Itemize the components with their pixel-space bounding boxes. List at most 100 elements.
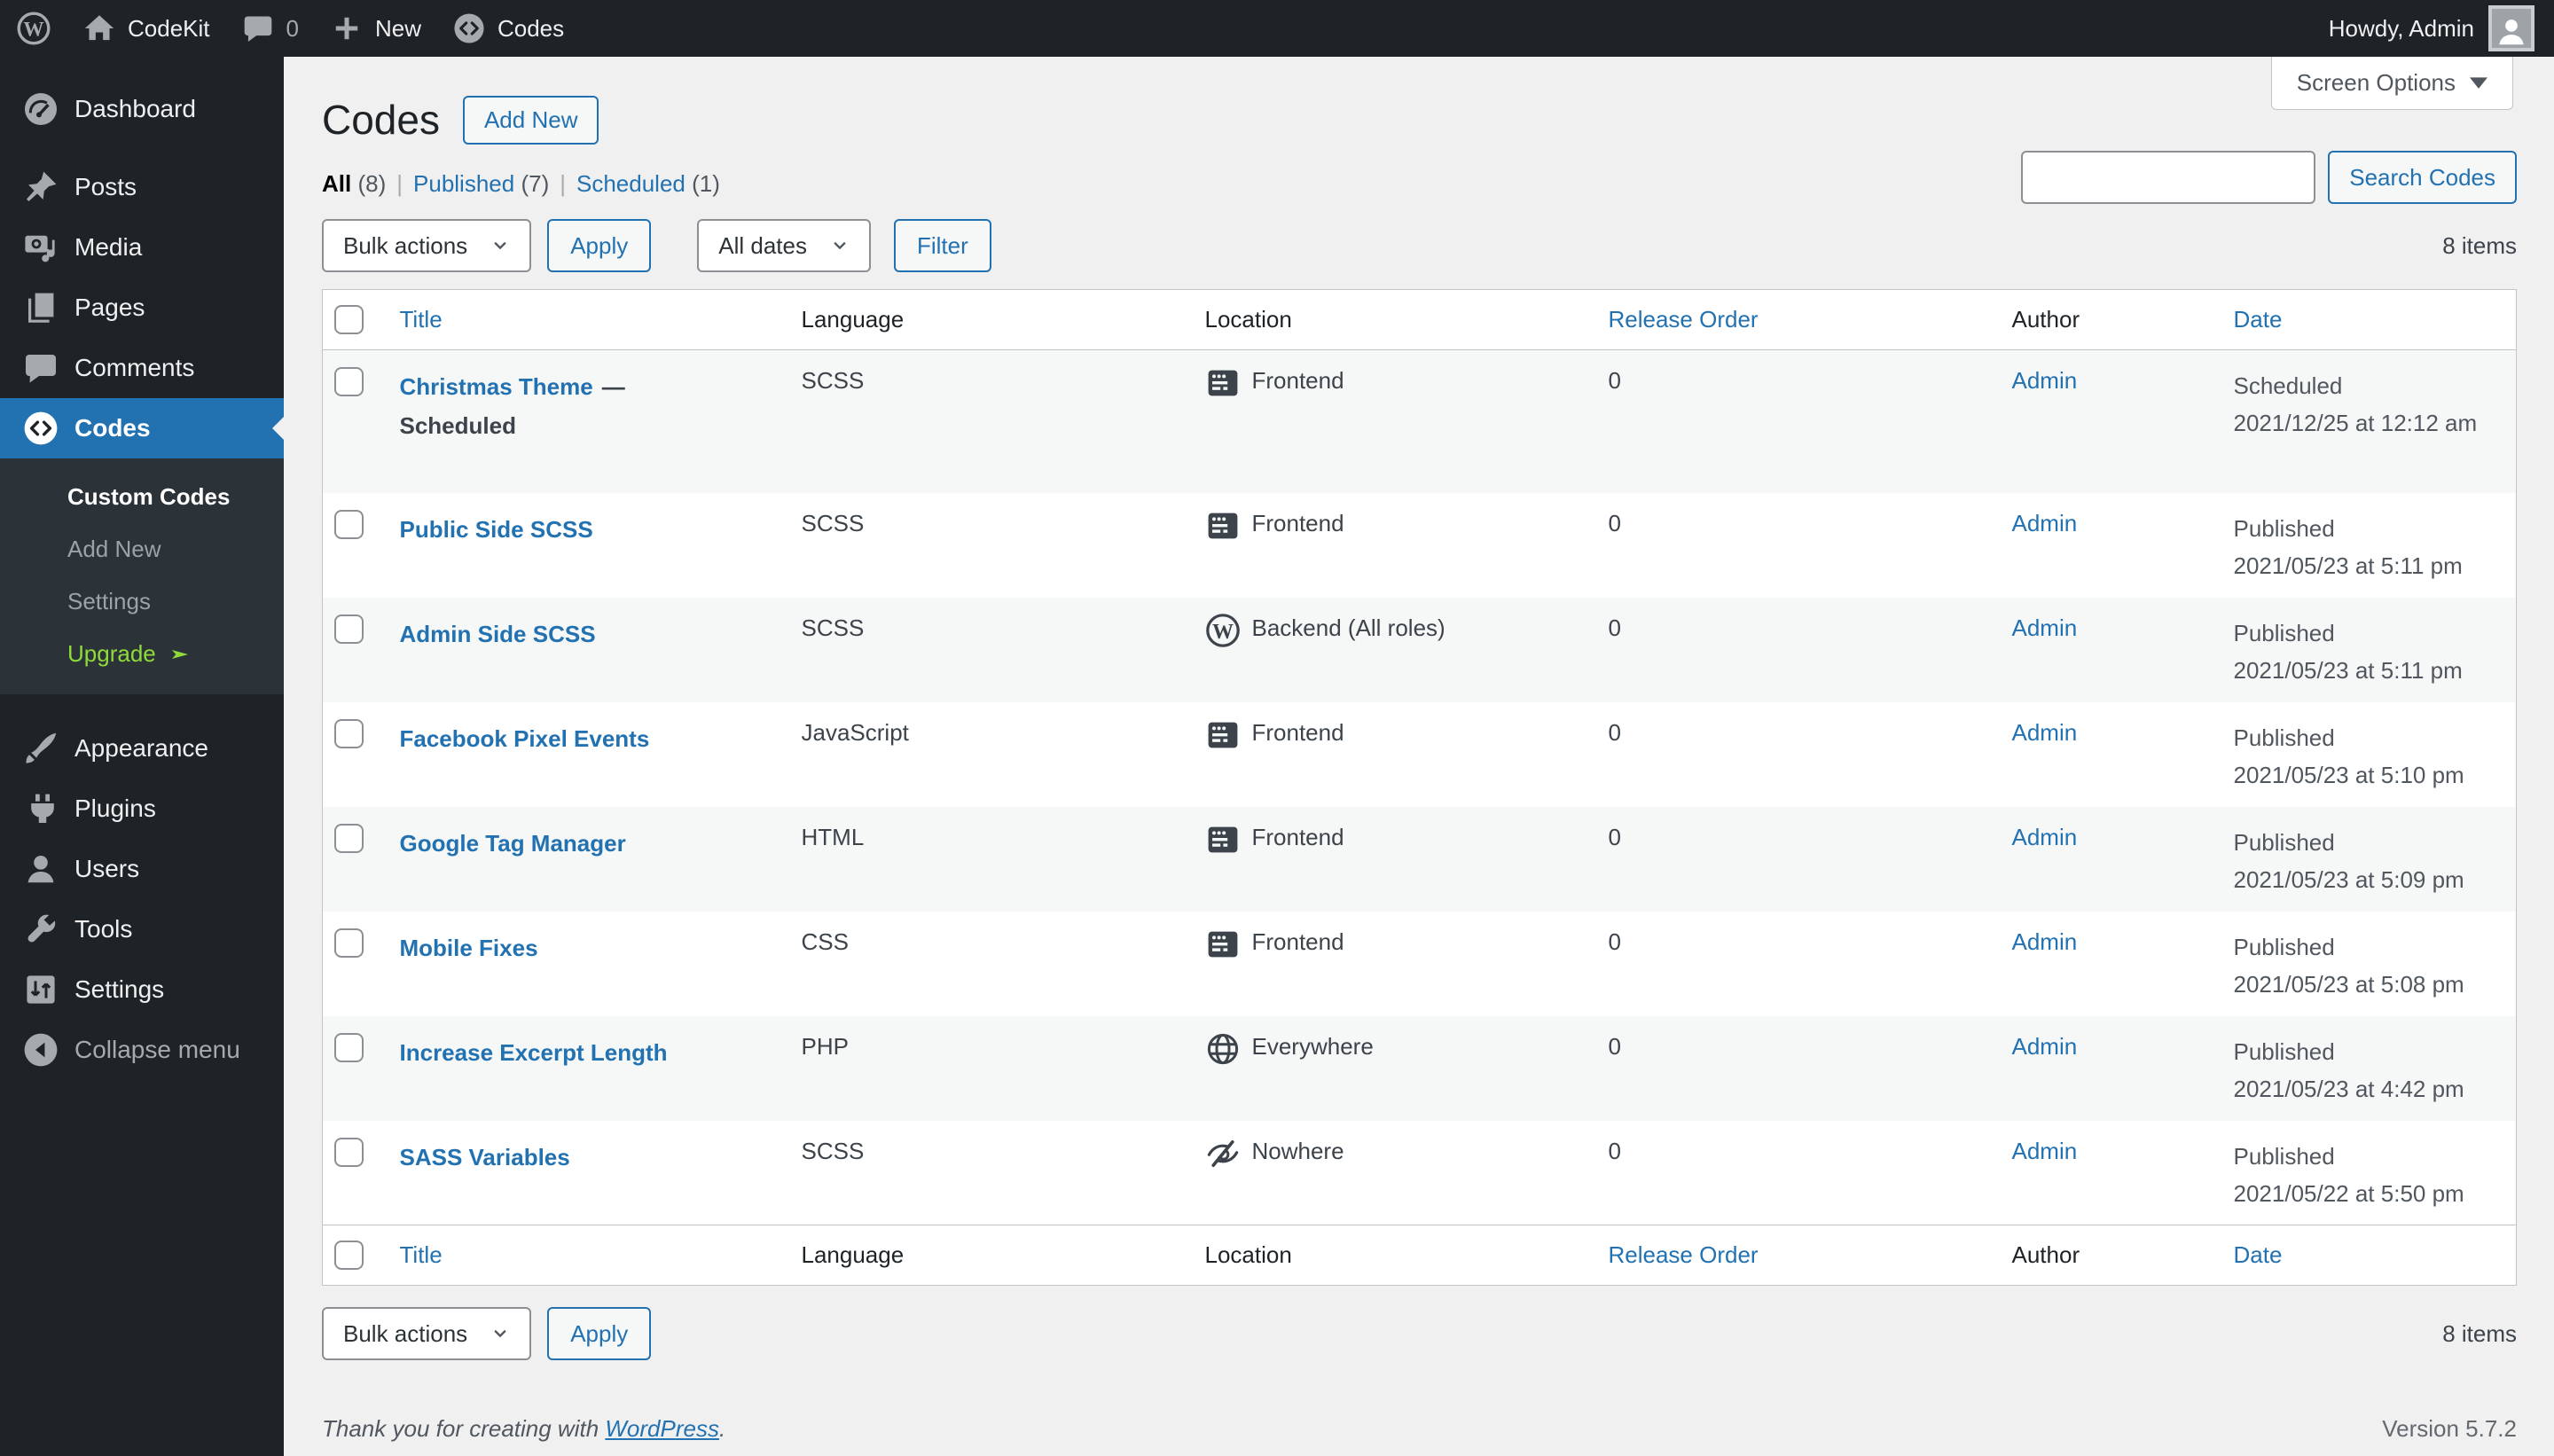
dates-filter-select[interactable]: All dates — [697, 219, 871, 272]
author-link[interactable]: Admin — [2012, 824, 2078, 850]
author-link[interactable]: Admin — [2012, 1033, 2078, 1060]
table-header-row: Title Language Location Release Order Author… — [322, 289, 2517, 350]
row-checkbox[interactable] — [334, 928, 364, 958]
bulk-actions-select-bottom[interactable]: Bulk actions — [322, 1307, 532, 1360]
screen-options-label: Screen Options — [2296, 69, 2456, 96]
search-codes-button[interactable]: Search Codes — [2328, 151, 2517, 204]
filter-button[interactable]: Filter — [893, 219, 991, 272]
table-row: Admin Side SCSS SCSS W Backend (All roles) 0… — [322, 597, 2517, 702]
row-title-link[interactable]: Public Side SCSS — [400, 516, 593, 543]
row-title-link[interactable]: Facebook Pixel Events — [400, 725, 650, 752]
sidebar-item-settings[interactable]: Settings — [0, 959, 284, 1020]
submenu-item-add-new[interactable]: Add New — [0, 523, 284, 575]
main-content: Screen Options Codes Add New Search Code… — [284, 57, 2554, 1456]
home-icon — [83, 12, 115, 44]
author-link[interactable]: Admin — [2012, 367, 2078, 394]
version-text: Version 5.7.2 — [2382, 1415, 2517, 1442]
comments-menu[interactable]: 0 — [226, 0, 315, 57]
add-new-button[interactable]: Add New — [462, 95, 599, 145]
author-link[interactable]: Admin — [2012, 1138, 2078, 1164]
sidebar-item-pages[interactable]: Pages — [0, 278, 284, 338]
column-header-title[interactable]: Title — [390, 289, 793, 350]
row-checkbox[interactable] — [334, 1032, 364, 1062]
language-cell: PHP — [801, 1032, 849, 1060]
new-label: New — [374, 14, 421, 42]
sidebar-item-comments[interactable]: Comments — [0, 338, 284, 398]
row-title-link[interactable]: Increase Excerpt Length — [400, 1039, 668, 1066]
avatar[interactable] — [2488, 5, 2534, 51]
location-label: Frontend — [1251, 928, 1344, 955]
submenu-item-settings[interactable]: Settings — [0, 575, 284, 628]
svg-text:W: W — [1212, 620, 1234, 643]
row-title-link[interactable]: Google Tag Manager — [400, 830, 626, 857]
comments-count: 0 — [286, 14, 299, 42]
bulk-actions-select[interactable]: Bulk actions — [322, 219, 532, 272]
view-separator: | — [396, 170, 403, 197]
row-title-link[interactable]: Mobile Fixes — [400, 935, 538, 961]
select-all-checkbox[interactable] — [334, 305, 364, 334]
location-label: Backend (All roles) — [1251, 614, 1445, 641]
view-filter-published[interactable]: Published (7) — [413, 170, 549, 198]
apply-button[interactable]: Apply — [547, 219, 652, 272]
row-checkbox[interactable] — [334, 1137, 364, 1167]
bulk-actions-label: Bulk actions — [343, 231, 468, 259]
sidebar-item-media[interactable]: Media — [0, 217, 284, 278]
wordpress-footer-link[interactable]: WordPress — [605, 1415, 719, 1442]
sidebar-item-appearance[interactable]: Appearance — [0, 718, 284, 779]
column-header-date[interactable]: Date — [2224, 289, 2517, 350]
date-cell: Published 2021/05/22 at 5:50 pm — [2225, 1121, 2517, 1225]
date-value: 2021/05/22 at 5:50 pm — [2233, 1179, 2464, 1207]
location-cell: Frontend — [1196, 493, 1600, 598]
row-checkbox[interactable] — [334, 509, 364, 539]
row-title-link[interactable]: SASS Variables — [400, 1144, 570, 1170]
author-link[interactable]: Admin — [2012, 928, 2078, 955]
release-order-cell: 0 — [1608, 614, 1621, 641]
sidebar-item-plugins[interactable]: Plugins — [0, 779, 284, 839]
codes-label: Codes — [497, 14, 565, 42]
column-header-release-order[interactable]: Release Order — [1599, 1225, 2003, 1286]
new-content-menu[interactable]: New — [315, 0, 437, 57]
title-cell: Public Side SCSS — [391, 493, 793, 598]
page-header: Codes Add New — [322, 57, 2517, 147]
column-header-title[interactable]: Title — [390, 1225, 793, 1286]
author-link[interactable]: Admin — [2012, 614, 2078, 641]
howdy-text[interactable]: Howdy, Admin — [2329, 15, 2474, 43]
sidebar-item-posts[interactable]: Posts — [0, 157, 284, 217]
column-header-date[interactable]: Date — [2224, 1225, 2517, 1286]
author-link[interactable]: Admin — [2012, 510, 2078, 536]
date-value: 2021/12/25 at 12:12 am — [2233, 410, 2478, 436]
row-checkbox[interactable] — [334, 718, 364, 748]
collapse-menu-button[interactable]: Collapse menu — [0, 1020, 284, 1080]
wordpress-logo-menu[interactable]: W — [0, 0, 67, 57]
author-cell: Admin — [2003, 1121, 2225, 1225]
sidebar-item-dashboard[interactable]: Dashboard — [0, 79, 284, 139]
view-filter-scheduled[interactable]: Scheduled (1) — [576, 170, 720, 198]
column-header-release-order[interactable]: Release Order — [1599, 289, 2003, 350]
sidebar-item-users[interactable]: Users — [0, 839, 284, 899]
row-title-link[interactable]: Admin Side SCSS — [400, 621, 596, 647]
sidebar-item-tools[interactable]: Tools — [0, 899, 284, 959]
sidebar-item-label: Pages — [74, 294, 145, 321]
row-checkbox[interactable] — [334, 614, 364, 644]
apply-button-bottom[interactable]: Apply — [547, 1307, 652, 1360]
screen-options-button[interactable]: Screen Options — [2270, 57, 2513, 110]
submenu-item-custom-codes[interactable]: Custom Codes — [0, 471, 284, 523]
location-cell: Frontend — [1196, 807, 1600, 912]
view-filter-all[interactable]: All (8) — [322, 170, 386, 198]
author-cell: Admin — [2003, 1016, 2225, 1121]
sidebar-item-codes[interactable]: Codes — [0, 398, 284, 458]
submenu-item-upgrade[interactable]: Upgrade — [0, 628, 284, 680]
sidebar-item-label: Dashboard — [74, 95, 196, 122]
date-cell: Scheduled 2021/12/25 at 12:12 am — [2225, 350, 2517, 493]
row-checkbox[interactable] — [334, 823, 364, 853]
author-link[interactable]: Admin — [2012, 719, 2078, 746]
row-checkbox[interactable] — [334, 367, 364, 396]
site-name-menu[interactable]: CodeKit — [67, 0, 226, 57]
column-header-language: Language — [792, 1225, 1196, 1286]
date-status: Published — [2233, 933, 2335, 960]
row-title-link[interactable]: Christmas Theme — [400, 373, 593, 400]
search-input[interactable] — [2021, 151, 2316, 204]
date-value: 2021/05/23 at 5:10 pm — [2233, 761, 2464, 788]
codes-admin-bar-menu[interactable]: Codes — [437, 0, 580, 57]
select-all-checkbox[interactable] — [334, 1241, 364, 1270]
